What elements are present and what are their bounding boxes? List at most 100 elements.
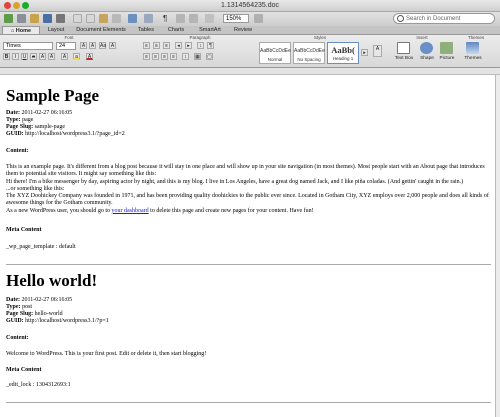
style-sample-text: AaBbCcDdEe <box>260 48 291 54</box>
styles-scroll-right-button[interactable]: ▸ <box>361 49 368 56</box>
font-color-button[interactable]: A <box>86 53 93 60</box>
paste-icon[interactable] <box>99 14 108 23</box>
show-formatting-icon[interactable]: ¶ <box>163 14 172 23</box>
ribbon-tabs: ⌂ Home Layout Document Elements Tables C… <box>0 26 500 35</box>
type-label: Type: <box>6 117 21 123</box>
insert-group-label: Insert <box>416 35 428 40</box>
toolbox-icon[interactable] <box>189 14 198 23</box>
guid-value: http://localhost/wordpress3.1/?p=1 <box>25 318 109 324</box>
vertical-scrollbar[interactable] <box>495 75 500 417</box>
slug-value: hello-world <box>34 311 63 317</box>
post-meta: Date: 2011-02-27 06:16:05 Type: page Pag… <box>6 110 125 138</box>
bullets-button[interactable]: ≡ <box>143 42 150 49</box>
style-normal[interactable]: AaBbCcDdEe Normal <box>259 42 291 64</box>
post-content: This is an example page. It's different … <box>6 164 490 215</box>
tab-smartart[interactable]: SmartArt <box>193 26 227 34</box>
redo-icon[interactable] <box>144 14 153 23</box>
guid-label: GUID: <box>6 131 24 137</box>
new-document-icon[interactable] <box>4 14 13 23</box>
content-paragraph: This is an example page. It's different … <box>6 164 485 178</box>
strikethrough-button[interactable]: a <box>30 53 37 60</box>
highlight-button[interactable]: a <box>73 53 80 60</box>
style-name-label: Heading 1 <box>332 56 354 61</box>
save-icon[interactable] <box>43 14 52 23</box>
line-spacing-button[interactable]: ↕ <box>182 53 189 60</box>
font-size-select[interactable]: 24 <box>56 42 76 50</box>
underline-button[interactable]: U <box>21 53 28 60</box>
post-title: Sample Page <box>6 86 100 105</box>
ribbon: Font Paragraph Styles Insert Themes Time… <box>0 35 500 68</box>
font-group-label: Font <box>64 35 74 40</box>
change-case-button[interactable]: Aa <box>99 42 106 49</box>
content-paragraph: Hi there! I'm a bike messenger by day, a… <box>6 178 464 185</box>
picture-label: Picture <box>439 56 455 61</box>
borders-button[interactable]: ▢ <box>206 53 213 60</box>
decrease-indent-button[interactable]: ◂ <box>175 42 182 49</box>
content-paragraph: As a new WordPress user, you should go t… <box>6 207 314 214</box>
align-center-button[interactable]: ≡ <box>152 53 159 60</box>
tab-document-elements[interactable]: Document Elements <box>72 26 130 34</box>
post-divider <box>6 402 491 403</box>
tab-tables[interactable]: Tables <box>132 26 160 34</box>
meta-content-heading: Meta Content <box>6 367 42 373</box>
increase-indent-button[interactable]: ▸ <box>185 42 192 49</box>
help-icon[interactable] <box>254 14 263 23</box>
copy-icon[interactable] <box>86 14 95 23</box>
numbering-button[interactable]: ≡ <box>153 42 160 49</box>
tab-home[interactable]: ⌂ Home <box>2 26 40 34</box>
multilevel-list-button[interactable]: ≡ <box>163 42 170 49</box>
style-no-spacing[interactable]: AaBbCcDdEe No Spacing <box>293 42 325 64</box>
type-label: Type: <box>6 304 21 310</box>
type-value: page <box>22 117 34 123</box>
zoom-select[interactable]: 150% <box>223 14 249 23</box>
clear-formatting-button[interactable]: A <box>109 42 116 49</box>
tab-layout[interactable]: Layout <box>42 26 70 34</box>
style-sample-text: AaBb( <box>331 45 355 55</box>
date-value: 2011-02-27 06:16:05 <box>21 297 73 303</box>
ruler[interactable] <box>0 68 500 75</box>
print-icon[interactable] <box>56 14 65 23</box>
paragraph-group-label: Paragraph <box>189 35 211 40</box>
superscript-button[interactable]: A <box>39 53 46 60</box>
align-left-button[interactable]: ≡ <box>143 53 150 60</box>
italic-button[interactable]: I <box>12 53 19 60</box>
sidebar-icon[interactable] <box>176 14 185 23</box>
guid-value: http://localhost/wordpress3.1/?page_id=2 <box>25 131 125 137</box>
style-heading-1[interactable]: AaBb( Heading 1 <box>327 42 359 64</box>
justify-button[interactable]: ≡ <box>170 53 177 60</box>
subscript-button[interactable]: A <box>48 53 55 60</box>
document-page[interactable]: Sample Page Date: 2011-02-27 06:16:05 Ty… <box>0 75 495 417</box>
sort-button[interactable]: ↕ <box>197 42 204 49</box>
show-marks-button[interactable]: ¶ <box>207 42 214 49</box>
shading-button[interactable]: ▦ <box>194 53 201 60</box>
shrink-font-button[interactable]: A <box>89 42 96 49</box>
bold-button[interactable]: B <box>3 53 10 60</box>
text-box-icon[interactable] <box>397 42 410 54</box>
tab-review[interactable]: Review <box>229 26 257 34</box>
text-effects-button[interactable]: A <box>61 53 68 60</box>
shape-icon[interactable] <box>420 42 433 54</box>
align-right-button[interactable]: ≡ <box>161 53 168 60</box>
styles-group-label: Styles <box>313 35 327 40</box>
open-icon[interactable] <box>30 14 39 23</box>
themes-icon[interactable] <box>466 42 479 54</box>
styles-pane-button[interactable]: A <box>373 45 382 57</box>
grow-font-button[interactable]: A <box>80 42 87 49</box>
style-name-label: No Spacing <box>297 57 321 62</box>
tab-charts[interactable]: Charts <box>162 26 190 34</box>
content-heading: Content: <box>6 148 29 154</box>
themes-label: Themes <box>464 56 482 61</box>
undo-icon[interactable] <box>128 14 137 23</box>
format-painter-icon[interactable] <box>112 14 121 23</box>
meta-content-value: _edit_lock : 1304312693:1 <box>6 382 71 388</box>
dashboard-link[interactable]: your dashboard <box>112 208 149 214</box>
cut-icon[interactable] <box>73 14 82 23</box>
media-browser-icon[interactable] <box>205 14 214 23</box>
picture-icon[interactable] <box>440 42 453 54</box>
search-input[interactable]: Search in Document <box>393 13 495 24</box>
font-name-select[interactable]: Times <box>3 42 53 50</box>
meta-content-heading: Meta Content <box>6 227 42 233</box>
templates-icon[interactable] <box>17 14 26 23</box>
date-value: 2011-02-27 06:16:05 <box>21 110 73 116</box>
post-divider <box>6 264 491 265</box>
